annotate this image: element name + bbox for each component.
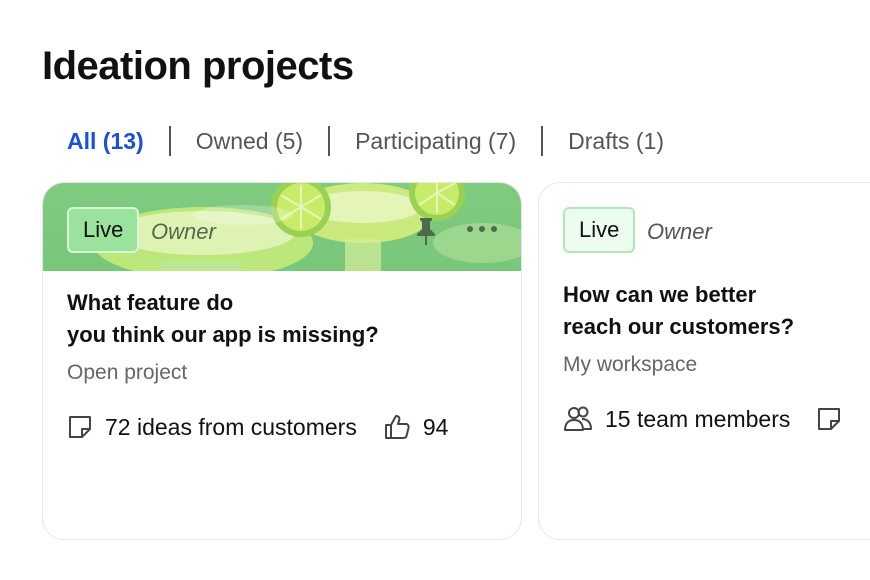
more-options-icon[interactable] xyxy=(467,219,497,239)
ideas-count: 72 ideas from customers xyxy=(105,413,357,440)
card-title: How can we better reach our customers? xyxy=(563,279,794,343)
likes-stat: 94 xyxy=(383,413,449,441)
page-title: Ideation projects xyxy=(42,44,354,88)
card-title-line: you think our app is missing? xyxy=(67,322,379,347)
tab-owned[interactable]: Owned (5) xyxy=(196,128,303,155)
members-count: 15 team members xyxy=(605,405,791,432)
team-members-icon xyxy=(564,406,592,431)
tab-divider xyxy=(328,126,331,156)
tab-divider xyxy=(541,126,544,156)
role-label: Owner xyxy=(151,219,216,244)
likes-count: 94 xyxy=(422,413,449,440)
card-subtitle: My workspace xyxy=(563,353,698,376)
members-stat: 15 team members xyxy=(563,405,790,433)
sticky-note-icon xyxy=(69,416,91,438)
page: Ideation projects All (13) Owned (5) Par… xyxy=(0,0,870,580)
card-title-line: What feature do xyxy=(67,290,234,315)
ideas-stat xyxy=(816,406,854,432)
tab-all[interactable]: All (13) xyxy=(67,128,144,155)
ideas-stat: 72 ideas from customers xyxy=(67,414,357,441)
project-card[interactable]: Live Owner How can we better reach our c… xyxy=(538,182,870,540)
role-label: Owner xyxy=(647,219,712,244)
project-card[interactable]: Live Owner What feature do you think our… xyxy=(42,182,522,540)
card-stats: 15 team members xyxy=(563,405,854,433)
tab-divider xyxy=(168,126,171,156)
sticky-note-icon xyxy=(818,408,841,430)
card-title-line: reach our customers? xyxy=(563,314,795,339)
filter-tabs: All (13) Owned (5) Participating (7) Dra… xyxy=(67,126,664,156)
status-badge: Live xyxy=(67,207,140,253)
card-stats: 72 ideas from customers 94 xyxy=(67,413,448,441)
card-title: What feature do you think our app is mis… xyxy=(67,287,379,351)
pin-icon[interactable] xyxy=(415,216,437,246)
card-subtitle: Open project xyxy=(67,361,188,384)
card-title-line: How can we better xyxy=(563,282,757,307)
thumbs-up-icon xyxy=(384,415,410,439)
tab-participating[interactable]: Participating (7) xyxy=(355,128,516,155)
tab-drafts[interactable]: Drafts (1) xyxy=(568,128,664,155)
status-badge: Live xyxy=(563,207,636,253)
